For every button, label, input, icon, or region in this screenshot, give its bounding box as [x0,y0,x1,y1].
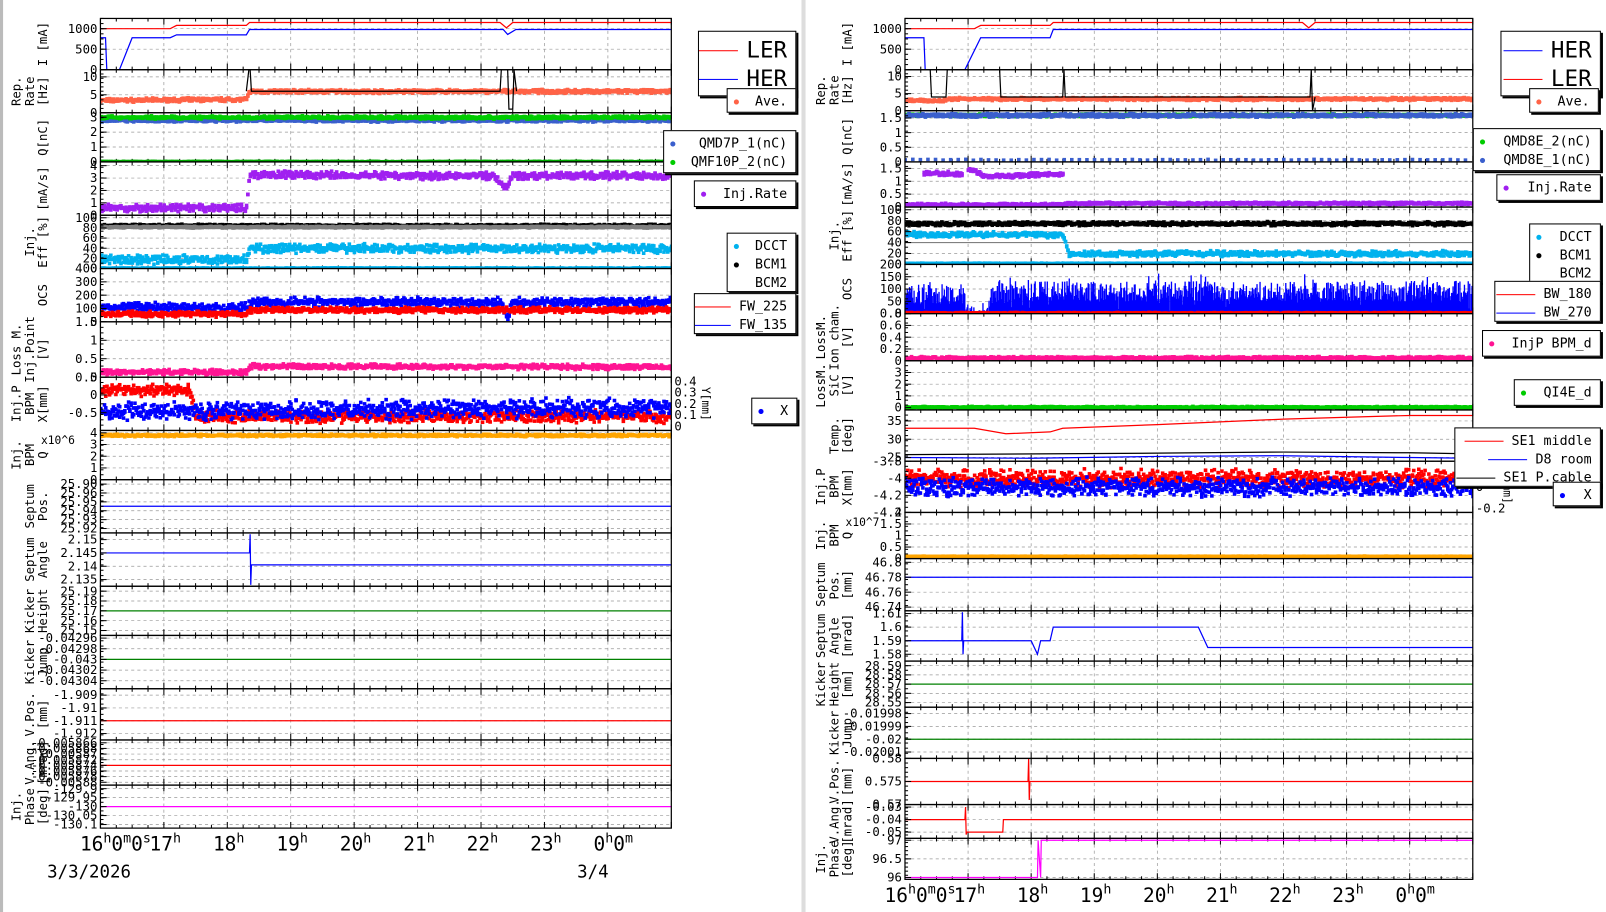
data-point [334,170,339,174]
panel-frame [99,17,672,71]
y-axis-label: Q[nC] [36,119,50,156]
data-point [314,176,319,181]
y-tick-label: 3 [90,110,97,124]
y-axis-label: Rate [23,76,37,106]
series-line [100,28,672,70]
pane-separator [801,0,806,912]
y-tick-label: 4 [90,159,97,173]
panel-0: 05001000I [mA] [36,17,672,77]
pane-border [0,0,4,912]
data-point [276,169,281,174]
panel-4: 020406080100Inj. Eff [%] [23,211,672,276]
data-point [244,97,249,102]
data-point [247,179,251,183]
data-point [191,208,196,213]
y-tick-label: 1 [90,196,97,210]
y-tick-label: 3 [90,171,97,185]
chart-left: 05001000I [mA]0510Rep. Rate [Hz]0123Q[nC]0… [9,17,712,882]
series-0 [100,21,672,30]
y-tick-label: 5 [90,88,97,102]
y-axis-label: [Hz] [36,76,50,106]
data-point [495,175,500,179]
data-point [158,202,163,206]
data-point [558,176,562,180]
data-point [507,182,511,186]
data-point [246,192,250,197]
y-axis-label: [mA/s] [36,166,50,210]
series-1 [100,28,672,70]
series-0 [100,87,672,104]
panel-2: 0123Q[nC] [36,110,672,169]
data-point [329,169,334,173]
y-tick-label: 2 [90,184,97,198]
data-point [383,176,387,181]
y-tick-label: 1000 [68,22,98,36]
data-point [615,169,619,174]
series-0 [100,169,672,214]
y-tick-label: 1 [90,140,97,154]
y-axis-label: Rep. [9,76,23,106]
trend-dashboard: 0 500 1000 I [mA] 0 5 10 Rep. Rate [Hz] 0 1 2 3 Q[nC] 0… [0,0,1606,912]
data-point [204,209,208,214]
data-point [652,176,656,181]
trend-plots: 05001000I [mA]0510Rep. Rate [Hz]0123Q[nC]0… [0,0,1514,912]
data-point [509,176,514,181]
data-point [244,205,249,210]
y-tick-label: 500 [75,42,97,56]
panel-3: 01234[mA/s] [36,159,672,222]
y-tick-label: 2 [90,125,97,139]
y-tick-label: 10 [83,70,98,84]
y-axis-label: I [mA] [36,22,50,66]
series-line [100,21,672,30]
